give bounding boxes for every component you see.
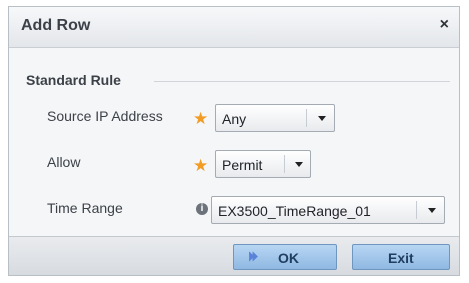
dialog-body: Standard Rule Source IP Address ★ Any Al… [9, 48, 459, 238]
time-range-label: Time Range [47, 200, 123, 216]
allow-select[interactable]: Permit [215, 150, 311, 178]
select-separator [416, 201, 417, 219]
source-ip-select[interactable]: Any [215, 104, 335, 132]
required-star-icon: ★ [193, 156, 209, 175]
ok-button[interactable]: ⏵⏵ OK [233, 244, 337, 270]
add-row-dialog: Add Row × Standard Rule Source IP Addres… [8, 6, 460, 276]
dialog-titlebar: Add Row × [9, 7, 459, 48]
section-divider [154, 81, 450, 82]
select-separator [306, 109, 307, 127]
allow-label: Allow [47, 154, 81, 170]
source-ip-label: Source IP Address [47, 108, 163, 124]
required-star-icon: ★ [193, 109, 209, 128]
time-range-value: EX3500_TimeRange_01 [218, 203, 371, 219]
info-icon[interactable]: i [196, 203, 208, 215]
exit-button-label: Exit [388, 250, 414, 266]
close-icon[interactable]: × [440, 16, 449, 34]
section-title: Standard Rule [26, 72, 121, 88]
chevron-down-icon[interactable] [428, 208, 436, 213]
dialog-title: Add Row [21, 17, 91, 34]
ok-button-label: OK [278, 250, 299, 266]
chevron-down-icon[interactable] [295, 162, 303, 167]
allow-value: Permit [222, 157, 263, 173]
play-icon: ⏵⏵ [248, 249, 258, 264]
chevron-down-icon[interactable] [318, 116, 326, 121]
exit-button[interactable]: Exit [352, 244, 450, 270]
time-range-select[interactable]: EX3500_TimeRange_01 [211, 196, 445, 224]
select-separator [284, 155, 285, 173]
source-ip-value: Any [222, 111, 247, 127]
dialog-footer: ⏵⏵ OK Exit [9, 236, 459, 275]
